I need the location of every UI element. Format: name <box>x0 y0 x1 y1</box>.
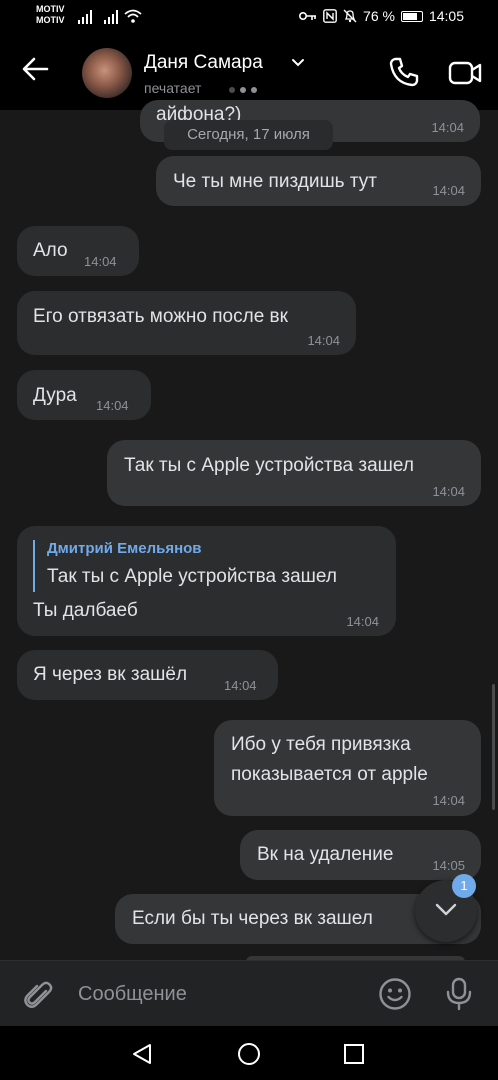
message-time: 14:04 <box>432 793 465 808</box>
message-time: 14:04 <box>96 398 129 413</box>
video-call-icon[interactable] <box>448 60 482 86</box>
message-time: 14:04 <box>432 484 465 499</box>
back-arrow-icon[interactable] <box>20 54 50 84</box>
unread-count-badge: 1 <box>452 874 476 898</box>
battery-percent: 76 % <box>363 8 395 24</box>
microphone-icon[interactable] <box>444 977 474 1011</box>
message-bubble[interactable]: Вк на удаление 14:05 <box>240 830 481 880</box>
chat-header: Даня Самара печатает <box>0 34 498 110</box>
message-time: 14:04 <box>432 183 465 198</box>
message-time: 14:04 <box>346 614 379 629</box>
typing-dots <box>229 87 257 93</box>
message-text: Так ты с Apple устройства зашел <box>124 455 414 476</box>
battery-icon <box>400 10 423 22</box>
message-time: 14:04 <box>307 333 340 348</box>
system-nav-bar <box>0 1026 498 1080</box>
message-bubble[interactable]: Ибо у тебя привязка показывается от appl… <box>214 720 481 816</box>
signal-icon <box>78 10 92 24</box>
battery-fill <box>402 12 417 20</box>
date-separator: Сегодня, 17 июля <box>164 120 333 150</box>
message-text: Вк на удаление <box>257 844 394 865</box>
message-text-line-1: Ибо у тебя привязка <box>231 734 411 755</box>
message-time: 14:04 <box>84 254 117 269</box>
clock: 14:05 <box>428 8 464 24</box>
typing-status: печатает <box>144 80 202 96</box>
nfc-icon <box>323 9 337 23</box>
message-text: Я через вк зашёл <box>33 664 188 685</box>
message-text: Его отвязать можно после вк <box>33 306 288 327</box>
key-icon <box>299 12 317 20</box>
signal-icon-2 <box>104 10 118 24</box>
message-text: Дура <box>33 385 77 406</box>
carrier-2: MOTIV <box>36 15 65 25</box>
message-bubble[interactable]: Его отвязать можно после вк 14:04 <box>17 291 356 355</box>
message-bubble[interactable]: Так ты с Apple устройства зашел 14:04 <box>107 440 481 506</box>
chevron-down-icon[interactable] <box>291 58 305 68</box>
message-time: 14:04 <box>431 120 464 135</box>
carrier-1: MOTIV <box>36 4 65 14</box>
reply-text: Так ты с Apple устройства зашел <box>47 566 337 587</box>
carrier-labels: MOTIV MOTIV <box>36 4 65 26</box>
attach-icon[interactable] <box>22 979 56 1013</box>
status-right: 76 % 14:05 <box>299 8 464 24</box>
message-time: 14:05 <box>432 858 465 873</box>
message-text: Че ты мне пиздишь тут <box>173 171 377 192</box>
nav-home-icon[interactable] <box>237 1042 261 1066</box>
message-bubble[interactable]: Дура 14:04 <box>17 370 151 420</box>
nav-recents-icon[interactable] <box>343 1043 365 1065</box>
message-bubble[interactable]: Я через вк зашёл 14:04 <box>17 650 278 700</box>
reply-quote-bar <box>33 540 35 592</box>
message-text: Если бы ты через вк зашел <box>132 908 373 929</box>
scroll-indicator[interactable] <box>492 684 495 810</box>
wifi-icon <box>124 9 142 23</box>
message-bubble-reply[interactable]: Дмитрий Емельянов Так ты с Apple устройс… <box>17 526 396 636</box>
message-text-line-2: показывается от apple <box>231 764 428 785</box>
emoji-icon[interactable] <box>378 977 412 1011</box>
bell-off-icon <box>343 9 357 23</box>
chevron-down-icon <box>435 903 457 916</box>
message-time: 14:04 <box>224 678 257 693</box>
avatar[interactable] <box>82 48 132 98</box>
message-bubble[interactable]: Че ты мне пиздишь тут 14:04 <box>156 156 481 206</box>
message-input[interactable] <box>78 975 358 1013</box>
status-bar: MOTIV MOTIV 76 % 14:05 <box>0 0 498 34</box>
message-text: Ало <box>33 240 68 261</box>
phone-icon[interactable] <box>388 56 420 88</box>
message-bubble[interactable]: Ало 14:04 <box>17 226 139 276</box>
contact-name[interactable]: Даня Самара <box>144 52 263 74</box>
message-text: Ты далбаеб <box>33 600 138 621</box>
nav-back-icon[interactable] <box>130 1042 154 1066</box>
reply-author[interactable]: Дмитрий Емельянов <box>47 540 202 557</box>
message-composer <box>0 960 498 1027</box>
